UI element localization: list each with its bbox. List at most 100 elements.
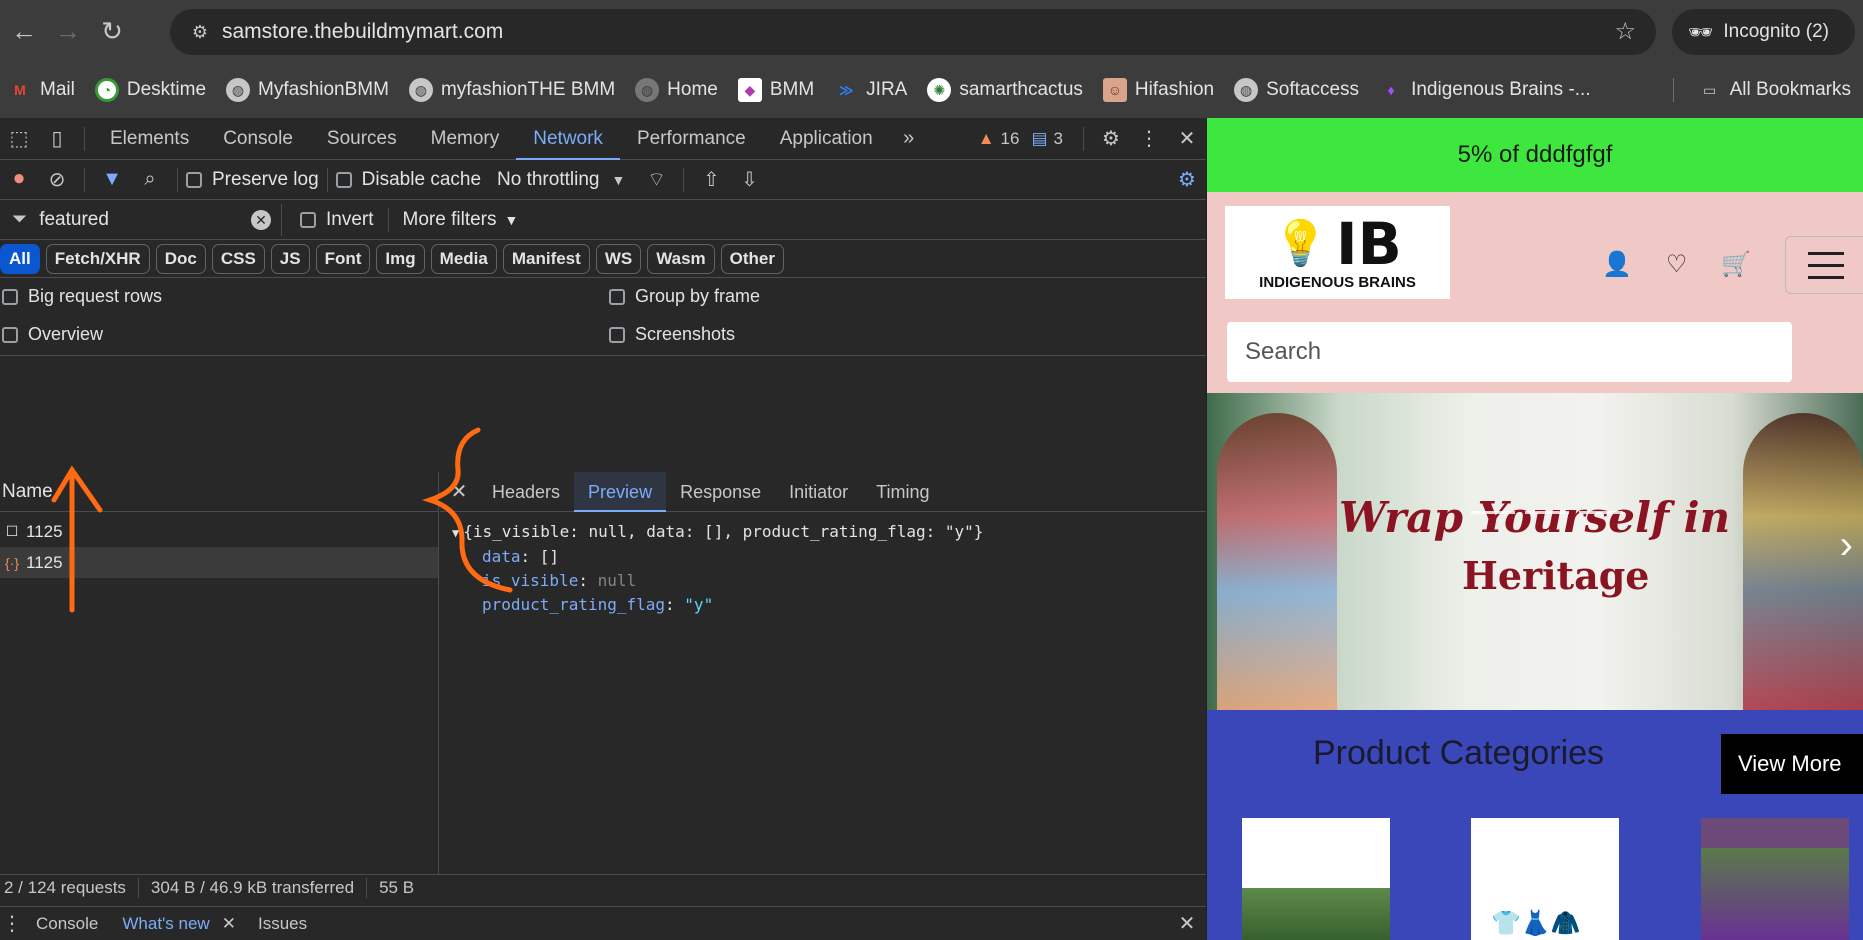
cart-icon[interactable]: 🛒 [1721, 250, 1751, 279]
carousel-next-icon[interactable]: › [1840, 523, 1853, 568]
group-by-frame-checkbox[interactable] [609, 288, 625, 305]
more-filters-caret-icon[interactable]: ▼ [505, 212, 519, 228]
tab-initiator[interactable]: Initiator [775, 472, 862, 512]
overview-option[interactable]: Overview [2, 324, 103, 345]
export-har-icon[interactable]: ⇩ [730, 167, 768, 192]
type-doc[interactable]: Doc [155, 243, 206, 274]
close-detail-icon[interactable]: ✕ [440, 479, 478, 504]
bookmark-myfashion-the-bmm[interactable]: ◍ myfashionTHE BMM [408, 78, 615, 102]
expand-triangle-icon[interactable]: ▼ [452, 526, 459, 540]
big-request-rows-option[interactable]: Big request rows [2, 286, 162, 307]
type-css[interactable]: CSS [211, 243, 265, 274]
site-logo[interactable]: 💡 IB INDIGENOUS BRAINS [1225, 206, 1450, 299]
url-text[interactable]: samstore.thebuildmymart.com [222, 20, 503, 44]
network-settings-icon[interactable]: ⚙ [1168, 167, 1206, 192]
carousel-dots[interactable] [1471, 511, 1623, 514]
tab-performance[interactable]: Performance [620, 118, 763, 160]
filter-input[interactable]: ⏷ featured ✕ [0, 203, 282, 236]
search-icon[interactable]: ⌕ [131, 168, 169, 191]
device-toolbar-icon[interactable]: ▯ [38, 126, 76, 151]
tab-timing[interactable]: Timing [862, 472, 943, 512]
tab-console[interactable]: Console [206, 118, 310, 160]
overview-checkbox[interactable] [2, 326, 18, 343]
hero-carousel[interactable]: Wrap Yourself in Heritage › [1207, 393, 1863, 710]
tab-elements[interactable]: Elements [93, 118, 206, 160]
site-info-icon[interactable]: ⚙ [178, 22, 222, 43]
invert-checkbox[interactable] [300, 211, 316, 228]
address-bar[interactable]: ⚙ samstore.thebuildmymart.com ☆ [170, 9, 1656, 55]
bookmark-mail[interactable]: M Mail [8, 78, 75, 102]
clear-filter-icon[interactable]: ✕ [251, 209, 271, 230]
back-button[interactable]: ← [4, 11, 44, 51]
category-card[interactable] [1701, 818, 1849, 940]
messages-badge[interactable]: ▤ 3 [1031, 129, 1063, 149]
screenshots-option[interactable]: Screenshots [609, 324, 735, 345]
more-tabs-icon[interactable]: » [890, 127, 928, 150]
json-field-is-visible[interactable]: is_visible: null [452, 569, 1206, 593]
forward-button[interactable]: → [48, 11, 88, 51]
tab-headers[interactable]: Headers [478, 472, 574, 512]
user-icon[interactable]: 👤 [1602, 250, 1632, 279]
type-font[interactable]: Font [315, 243, 371, 274]
type-wasm[interactable]: Wasm [647, 243, 715, 274]
reload-button[interactable]: ↻ [92, 11, 132, 51]
bookmark-myfashionbmm[interactable]: ◍ MyfashionBMM [226, 78, 389, 102]
close-whats-new-icon[interactable]: ✕ [222, 914, 236, 934]
type-js[interactable]: JS [270, 243, 310, 274]
close-devtools-icon[interactable]: ✕ [1168, 126, 1206, 151]
close-drawer-icon[interactable]: ✕ [1168, 911, 1206, 936]
incognito-button[interactable]: 🕶 Incognito (2) [1672, 9, 1855, 55]
import-har-icon[interactable]: ⇧ [692, 167, 730, 192]
type-media[interactable]: Media [430, 243, 497, 274]
chevron-down-icon[interactable]: ▼ [599, 172, 637, 188]
type-img[interactable]: Img [376, 243, 425, 274]
category-card[interactable]: 👕👗🧥 [1471, 818, 1619, 940]
category-card[interactable] [1242, 818, 1390, 940]
type-manifest[interactable]: Manifest [502, 243, 590, 274]
bookmark-hifashion[interactable]: ☺ Hifashion [1102, 78, 1214, 102]
screenshots-checkbox[interactable] [609, 326, 625, 343]
type-ws[interactable]: WS [595, 243, 642, 274]
json-root[interactable]: ▼ {is_visible: null, data: [], product_ra… [452, 520, 1206, 545]
drawer-tab-issues[interactable]: Issues [246, 914, 319, 934]
view-more-button[interactable]: View More [1721, 734, 1863, 794]
name-column-header[interactable]: Name [0, 472, 438, 512]
bookmark-jira[interactable]: ≫ JIRA [834, 78, 908, 102]
bookmark-bmm[interactable]: ◆ BMM [737, 78, 814, 102]
heart-icon[interactable]: ♡ [1666, 250, 1688, 279]
bookmark-star-icon[interactable]: ☆ [1614, 17, 1636, 46]
warnings-badge[interactable]: ▲ 16 [978, 129, 1020, 149]
throttling-select[interactable]: No throttling [497, 169, 599, 191]
drawer-tab-console[interactable]: Console [24, 914, 110, 934]
drawer-menu-icon[interactable]: ⋮ [0, 911, 24, 936]
preserve-log-checkbox[interactable] [186, 171, 202, 188]
record-stop-icon[interactable]: ⏺ [0, 168, 38, 191]
filter-value[interactable]: featured [39, 209, 251, 231]
json-field-data[interactable]: data: [] [452, 545, 1206, 569]
type-other[interactable]: Other [720, 243, 784, 274]
tab-memory[interactable]: Memory [414, 118, 517, 160]
more-filters-button[interactable]: More filters [403, 209, 497, 231]
bookmark-desktime[interactable]: ◔ Desktime [94, 78, 206, 102]
request-row[interactable]: ☐ 1125 [0, 516, 438, 547]
settings-gear-icon[interactable]: ⚙ [1092, 126, 1130, 151]
hamburger-menu-icon[interactable] [1785, 236, 1863, 294]
tab-application[interactable]: Application [763, 118, 890, 160]
tab-response[interactable]: Response [666, 472, 775, 512]
bookmark-indigenous-brains[interactable]: ♦ Indigenous Brains -... [1379, 78, 1590, 102]
drawer-tab-whats-new[interactable]: What's new [110, 914, 221, 934]
json-field-rating-flag[interactable]: product_rating_flag: "y" [452, 593, 1206, 617]
site-search-input[interactable]: Search [1227, 322, 1792, 382]
group-by-frame-option[interactable]: Group by frame [609, 286, 760, 307]
clear-icon[interactable]: ⊘ [38, 167, 76, 192]
bookmark-home[interactable]: ◍ Home [635, 78, 718, 102]
filter-icon[interactable]: ▼ [93, 168, 131, 191]
inspect-element-icon[interactable]: ⬚ [0, 126, 38, 151]
tab-preview[interactable]: Preview [574, 471, 667, 512]
type-fetch-xhr[interactable]: Fetch/XHR [45, 243, 150, 274]
tab-network[interactable]: Network [516, 118, 620, 160]
big-rows-checkbox[interactable] [2, 288, 18, 305]
disable-cache-checkbox[interactable] [335, 171, 352, 188]
all-bookmarks[interactable]: ▭ All Bookmarks [1698, 78, 1851, 102]
bookmark-softaccess[interactable]: ◍ Softaccess [1234, 78, 1359, 102]
